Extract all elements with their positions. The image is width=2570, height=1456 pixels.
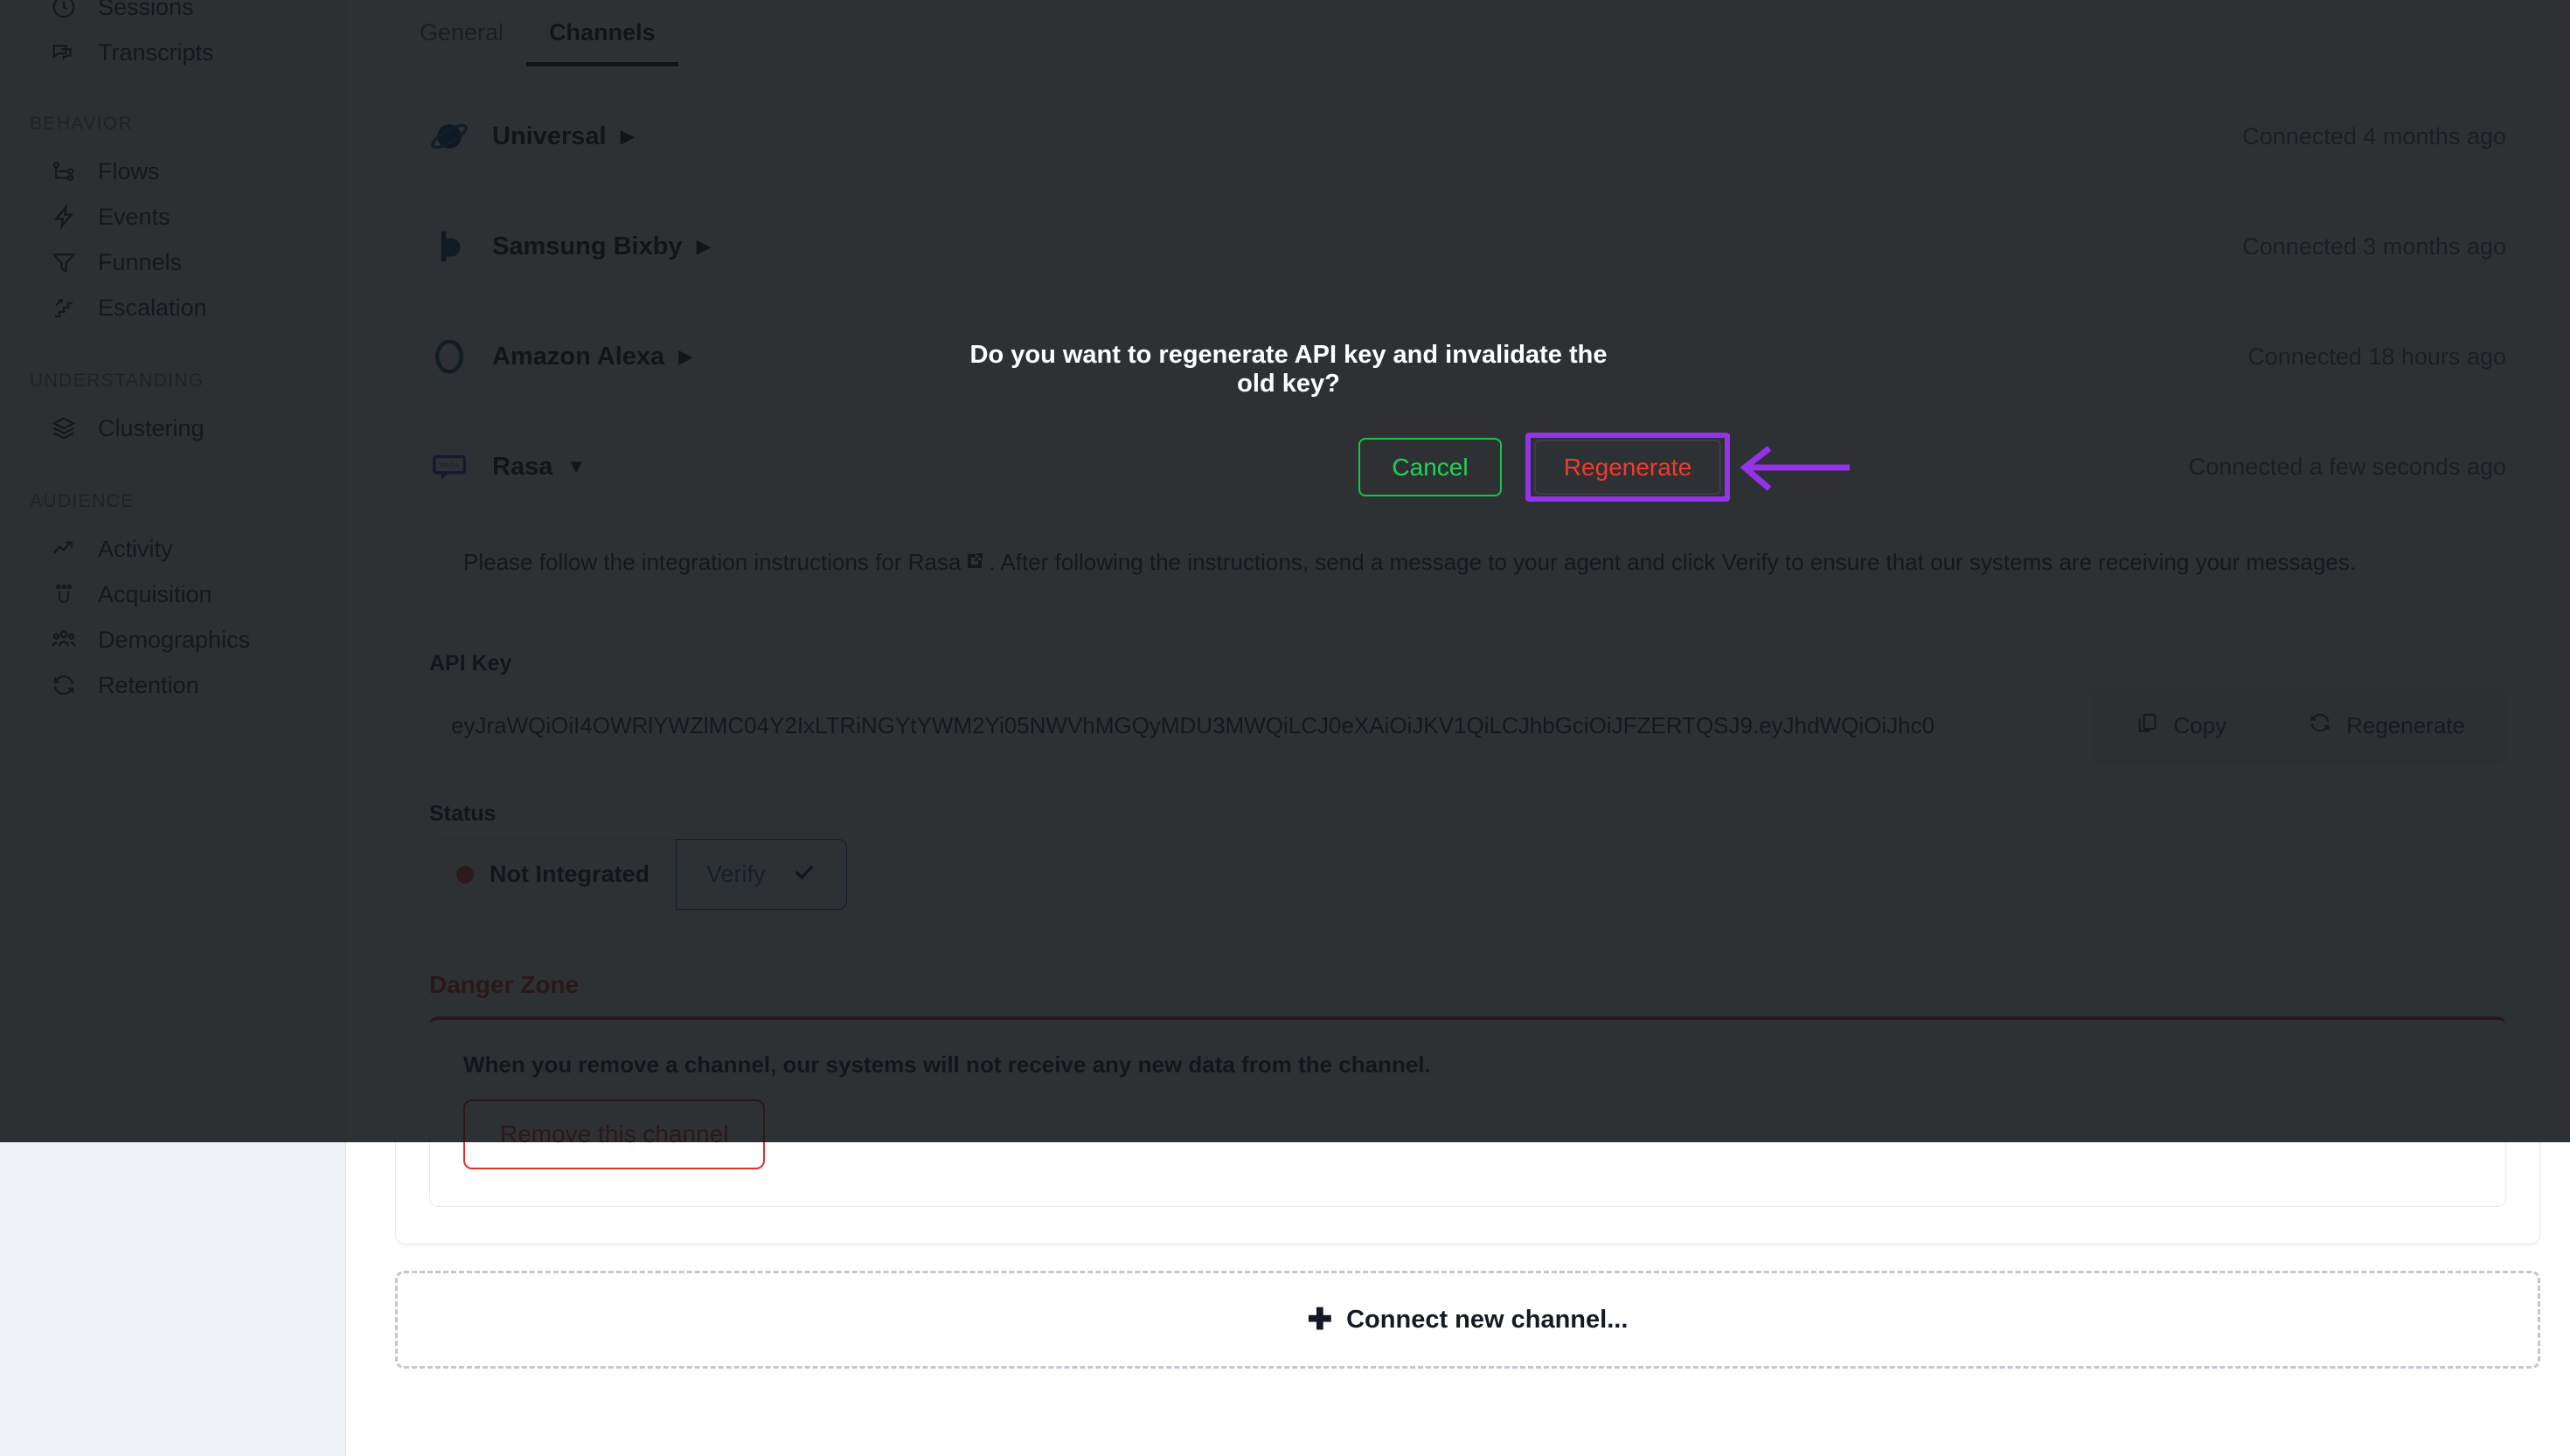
modal-overlay[interactable] bbox=[0, 0, 2570, 1142]
connect-new-channel-label: Connect new channel... bbox=[1346, 1305, 1629, 1334]
connect-new-channel-button[interactable]: ✚ Connect new channel... bbox=[395, 1271, 2540, 1369]
cancel-button[interactable]: Cancel bbox=[1358, 438, 1502, 496]
plus-icon: ✚ bbox=[1307, 1303, 1333, 1337]
regenerate-button[interactable]: Regenerate bbox=[1534, 440, 1721, 495]
